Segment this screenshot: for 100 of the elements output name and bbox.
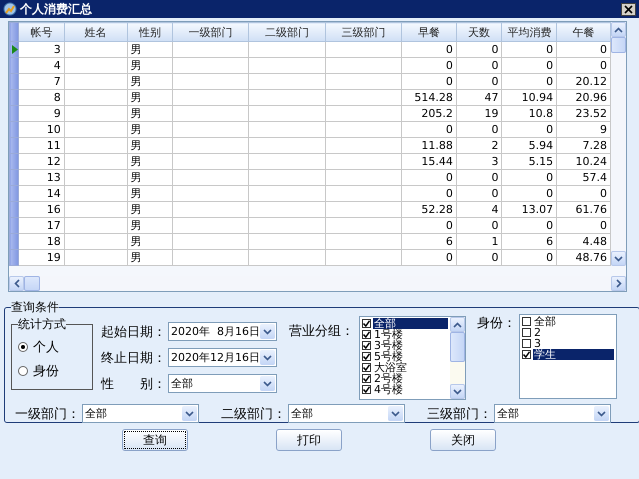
table-cell: 20.12 — [556, 74, 610, 90]
table-cell: 0 — [456, 58, 502, 74]
column-header[interactable]: 姓名 — [64, 22, 128, 42]
checkbox-list[interactable]: 全部 1号楼 3号楼 5号楼 大浴室 2号楼 4号楼 — [359, 316, 466, 400]
table-cell: 13.07 — [502, 202, 557, 218]
field-label: 终止日期： — [101, 350, 166, 366]
table-cell: 0 — [456, 186, 502, 202]
list-item[interactable]: 3 — [522, 338, 614, 349]
scroll-right-button[interactable] — [611, 276, 626, 291]
column-header[interactable]: 二级部门 — [248, 22, 326, 42]
table-cell — [64, 154, 128, 170]
checkbox[interactable] — [522, 339, 531, 348]
table-cell: 6 — [502, 234, 557, 250]
field-label: 营业分组： — [289, 323, 354, 340]
radio-button[interactable] — [18, 366, 28, 376]
table-cell: 6 — [402, 234, 456, 250]
table-cell: 15.44 — [402, 154, 456, 170]
checkbox[interactable] — [522, 317, 531, 326]
chevron-down-icon — [453, 388, 462, 394]
table-cell: 19 — [18, 250, 64, 266]
scroll-up-button[interactable] — [450, 317, 465, 332]
dialog-button[interactable]: 查询 — [122, 429, 188, 451]
column-header[interactable]: 平均消费 — [502, 22, 557, 42]
table-cell: 11.88 — [402, 138, 456, 154]
group-title: 统计方式 — [18, 316, 66, 333]
table-cell: 0 — [402, 170, 456, 186]
column-header[interactable]: 性别 — [127, 22, 173, 42]
field-label: 三级部门： — [427, 406, 492, 422]
table-cell: 4 — [456, 202, 502, 218]
list-item[interactable]: 3号楼 — [362, 340, 448, 351]
dropdown[interactable]: 全部 — [288, 404, 405, 423]
table-cell — [64, 74, 128, 90]
group-title: 查询条件 — [11, 299, 59, 316]
list-item[interactable]: 5号楼 — [362, 351, 448, 362]
column-header[interactable]: 一级部门 — [172, 22, 249, 42]
table-cell: 47 — [456, 90, 502, 106]
table-cell: 0 — [502, 170, 557, 186]
close-button[interactable] — [621, 2, 636, 16]
dropdown-value: 全部 — [85, 406, 108, 421]
list-item[interactable]: 2号楼 — [362, 373, 448, 384]
app-icon — [3, 2, 17, 16]
table-cell: 0 — [556, 186, 610, 202]
radio-option[interactable]: 个人 — [18, 335, 86, 359]
column-header[interactable]: 三级部门 — [326, 22, 402, 42]
chevron-down-icon — [185, 410, 194, 416]
table-cell — [64, 234, 128, 250]
table-cell: 0 — [502, 74, 557, 90]
vertical-scrollbar[interactable] — [611, 22, 626, 266]
scroll-thumb[interactable] — [24, 276, 40, 291]
table-cell: 男 — [127, 42, 173, 58]
list-item[interactable]: 1号楼 — [362, 329, 448, 340]
dropdown-value: 全部 — [497, 406, 520, 421]
table-cell: 2 — [456, 138, 502, 154]
list-item[interactable]: 4号楼 — [362, 384, 448, 395]
scroll-down-button[interactable] — [611, 251, 626, 266]
field-label: 二级部门： — [221, 406, 286, 422]
checkbox[interactable] — [362, 330, 371, 339]
list-scrollbar[interactable] — [450, 317, 465, 399]
checkbox[interactable] — [362, 385, 371, 394]
checkbox[interactable] — [522, 328, 531, 337]
column-header[interactable]: 早餐 — [402, 22, 456, 42]
checkbox[interactable] — [362, 341, 371, 350]
dropdown[interactable]: 2020年12月16日 — [168, 348, 277, 367]
column-header[interactable]: 午餐 — [556, 22, 610, 42]
scroll-thumb[interactable] — [611, 37, 626, 53]
table-cell: 19 — [456, 106, 502, 122]
radio-option[interactable]: 身份 — [18, 359, 86, 383]
checkbox[interactable] — [362, 319, 371, 328]
scroll-up-button[interactable] — [611, 22, 626, 37]
table-cell: 57.4 — [556, 170, 610, 186]
table-cell — [64, 90, 128, 106]
dropdown[interactable]: 全部 — [494, 404, 611, 423]
scroll-left-button[interactable] — [9, 276, 24, 291]
column-header[interactable]: 天数 — [456, 22, 502, 42]
list-item[interactable]: 大浴室 — [362, 362, 448, 373]
table-cell: 3 — [456, 154, 502, 170]
checkbox[interactable] — [362, 363, 371, 372]
radio-button[interactable] — [18, 342, 28, 352]
dialog-button[interactable]: 打印 — [276, 429, 342, 451]
dropdown[interactable]: 全部 — [82, 404, 199, 423]
dialog-button[interactable]: 关闭 — [430, 429, 496, 451]
checkbox[interactable] — [522, 350, 531, 359]
checkbox-list[interactable]: 全部 2 3 学生 — [519, 314, 617, 399]
dropdown-value: 全部 — [291, 406, 314, 421]
horizontal-scrollbar[interactable] — [9, 276, 626, 291]
table-cell: 3 — [18, 42, 64, 58]
table-cell: 17 — [18, 218, 64, 234]
list-item[interactable]: 2 — [522, 327, 614, 338]
chevron-left-icon — [14, 279, 20, 288]
scroll-thumb[interactable] — [450, 332, 465, 362]
dropdown[interactable]: 2020年 8月16日 — [168, 322, 277, 341]
table-cell: 0 — [502, 218, 557, 234]
list-item[interactable]: 全部 — [522, 316, 614, 327]
scroll-down-button[interactable] — [450, 384, 465, 399]
table-cell: 205.2 — [402, 106, 456, 122]
checkbox[interactable] — [362, 374, 371, 383]
checkbox[interactable] — [362, 352, 371, 361]
column-header[interactable]: 帐号 — [18, 22, 64, 42]
table-cell: 男 — [127, 202, 173, 218]
dropdown[interactable]: 全部 — [168, 374, 277, 393]
